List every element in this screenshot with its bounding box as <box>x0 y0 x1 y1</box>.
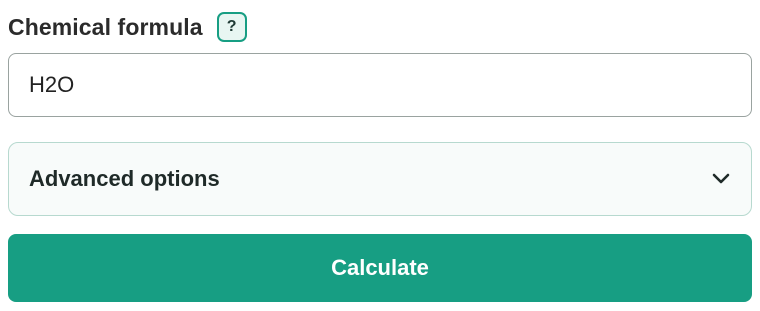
chevron-down-icon <box>711 169 731 189</box>
formula-input[interactable] <box>8 53 752 117</box>
formula-form: Chemical formula ? Advanced options Calc… <box>0 0 760 311</box>
calculate-button[interactable]: Calculate <box>8 234 752 302</box>
calculate-label: Calculate <box>331 255 429 280</box>
advanced-options-toggle[interactable]: Advanced options <box>8 142 752 216</box>
help-icon: ? <box>226 18 237 35</box>
formula-label: Chemical formula <box>8 13 203 40</box>
formula-label-row: Chemical formula ? <box>8 10 247 44</box>
advanced-options-label: Advanced options <box>29 166 220 191</box>
help-button[interactable]: ? <box>216 12 247 42</box>
